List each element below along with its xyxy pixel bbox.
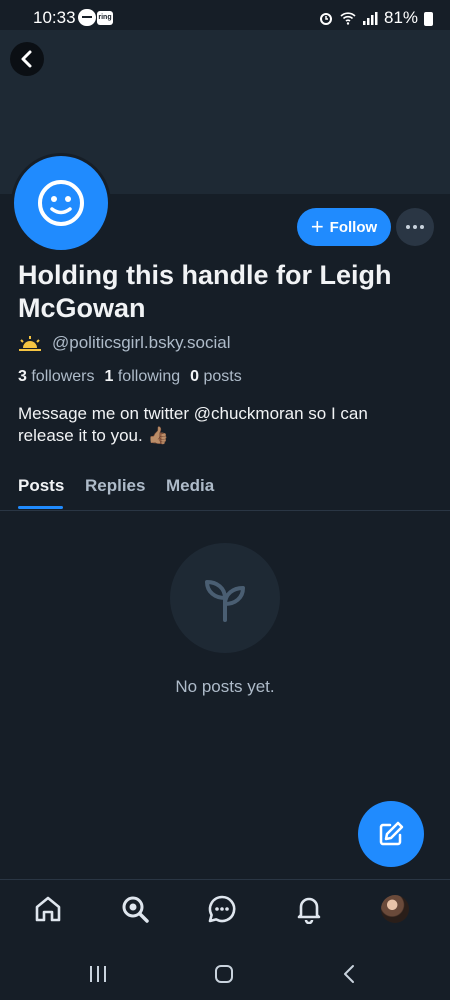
back-button[interactable] <box>10 42 44 76</box>
followers-count: 3 <box>18 368 27 385</box>
wifi-icon <box>340 12 356 25</box>
active-tab-indicator <box>18 506 63 509</box>
smiley-icon <box>38 180 84 226</box>
handle-row: @politicsgirl.bsky.social <box>18 333 231 353</box>
following-stat[interactable]: 1 following <box>105 368 181 386</box>
bell-icon[interactable] <box>294 894 324 924</box>
system-navigation-bar <box>0 947 450 1000</box>
posts-count: 0 <box>190 368 200 385</box>
followers-label: followers <box>31 368 95 385</box>
following-label: following <box>117 368 181 385</box>
battery-icon <box>424 12 434 26</box>
profile-handle[interactable]: @politicsgirl.bsky.social <box>52 333 231 353</box>
profile-bio: Message me on twitter @chuckmoran so I c… <box>18 404 368 445</box>
posts-label: posts <box>203 368 242 385</box>
home-icon[interactable] <box>33 894 63 924</box>
compose-post-button[interactable] <box>358 801 424 867</box>
sprout-icon <box>205 580 245 622</box>
search-icon[interactable] <box>120 894 150 924</box>
tab-replies[interactable]: Replies <box>85 476 145 496</box>
compose-icon <box>379 821 404 846</box>
tab-media[interactable]: Media <box>166 476 214 496</box>
ring-notification-icon: ring <box>97 11 113 25</box>
tab-posts[interactable]: Posts <box>18 476 64 496</box>
profile-stats: 3 followers 1 following 0 posts <box>18 368 242 386</box>
battery-percent: 81% <box>384 8 419 27</box>
more-options-button[interactable] <box>396 208 434 246</box>
profile-tabs: Posts Replies Media <box>0 470 450 511</box>
back-nav-icon[interactable] <box>342 964 356 984</box>
chat-notification-icon <box>78 9 96 26</box>
sunrise-icon <box>19 336 41 351</box>
empty-state-text: No posts yet. <box>175 677 275 696</box>
status-time: 10:33 <box>33 8 76 27</box>
profile-avatar-nav[interactable] <box>381 895 409 923</box>
status-bar: 10:33 ring 81% <box>0 0 450 34</box>
posts-stat: 0 posts <box>190 368 242 386</box>
empty-state-illustration <box>170 543 280 653</box>
chat-icon[interactable] <box>207 894 237 924</box>
recent-apps-icon[interactable] <box>88 965 108 983</box>
following-count: 1 <box>104 368 114 385</box>
signal-icon <box>363 12 378 25</box>
status-indicators: 81% <box>318 8 434 28</box>
display-name: Holding this handle for Leigh McGowan <box>18 260 392 323</box>
ellipsis-icon <box>406 225 424 229</box>
follow-button[interactable]: + Follow <box>297 208 391 246</box>
chevron-left-icon <box>21 50 32 68</box>
follow-label: Follow <box>329 218 378 236</box>
followers-stat[interactable]: 3 followers <box>18 368 95 386</box>
plus-icon: + <box>310 214 324 239</box>
profile-avatar[interactable] <box>11 153 111 253</box>
home-button-icon[interactable] <box>214 964 234 984</box>
alarm-icon <box>320 13 332 25</box>
bottom-navigation <box>0 879 450 948</box>
